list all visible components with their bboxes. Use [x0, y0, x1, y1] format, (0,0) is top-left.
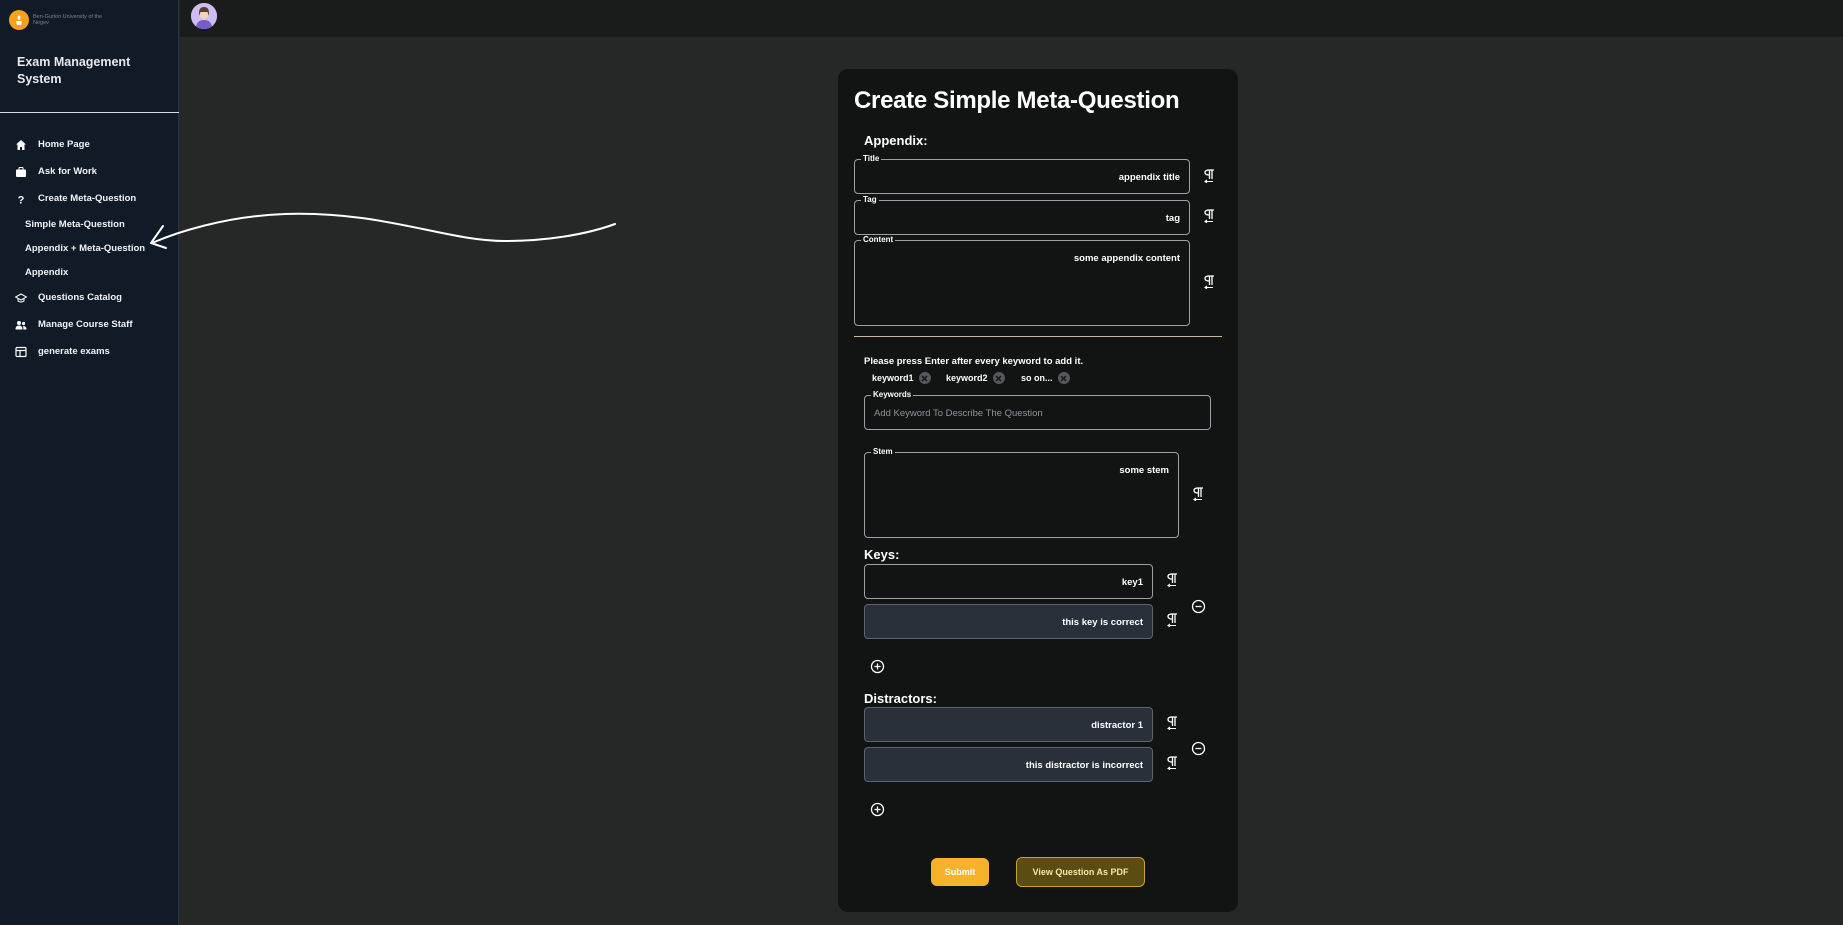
field-value: distractor 1: [1091, 720, 1143, 731]
keywords-placeholder: Add Keyword To Describe The Question: [874, 408, 1043, 419]
top-bar: [180, 0, 1843, 37]
text-direction-icon[interactable]: [1191, 486, 1205, 502]
keys-heading: Keys:: [864, 547, 900, 562]
keyword-chip: keyword1: [872, 372, 931, 384]
text-direction-icon[interactable]: [1165, 715, 1179, 731]
sidebar: Ben-Gurion University of the Negev Exam …: [0, 0, 179, 925]
avatar[interactable]: [191, 3, 217, 29]
field-legend: Keywords: [871, 390, 914, 400]
create-question-card: Create Simple Meta-Question Appendix: Ti…: [838, 69, 1238, 912]
field-value: this distractor is incorrect: [1025, 760, 1143, 771]
stem-field[interactable]: Stem some stem: [864, 447, 1179, 538]
svg-text:?: ?: [18, 194, 25, 205]
page-title: Create Simple Meta-Question: [854, 87, 1180, 114]
text-direction-icon[interactable]: [1165, 755, 1179, 771]
remove-chip-icon[interactable]: [1057, 372, 1070, 384]
sidebar-item-questions-catalog[interactable]: Questions Catalog: [0, 284, 179, 311]
briefcase-icon: [14, 165, 28, 179]
field-value: appendix title: [1118, 172, 1180, 183]
sidebar-subitem-appendix[interactable]: Appendix: [0, 260, 179, 284]
text-direction-icon[interactable]: [1165, 612, 1179, 628]
home-icon: [14, 138, 28, 152]
text-direction-icon[interactable]: [1165, 572, 1179, 588]
keyword-chip-label: keyword2: [946, 373, 988, 383]
text-direction-icon[interactable]: [1202, 274, 1216, 290]
sidebar-item-manage-course-staff[interactable]: Manage Course Staff: [0, 311, 179, 338]
distractor-field[interactable]: this distractor is incorrect: [864, 747, 1153, 782]
text-direction-icon[interactable]: [1202, 168, 1216, 184]
add-key-button[interactable]: [870, 659, 885, 674]
plus-circle-icon: [870, 802, 885, 817]
add-distractor-button[interactable]: [870, 802, 885, 817]
sidebar-item-label: Manage Course Staff: [38, 319, 133, 330]
sidebar-item-home[interactable]: Home Page: [0, 131, 179, 158]
sidebar-divider: [0, 112, 179, 113]
text-direction-icon[interactable]: [1202, 208, 1216, 224]
sidebar-item-ask-for-work[interactable]: Ask for Work: [0, 158, 179, 185]
keyword-hint: Please press Enter after every keyword t…: [864, 356, 1084, 367]
field-value: some appendix content: [1073, 253, 1180, 264]
keyword-chip: so on...: [1021, 372, 1070, 384]
remove-key-button[interactable]: [1191, 599, 1206, 614]
logo-text: Ben-Gurion University of the Negev: [33, 14, 103, 26]
app-title: Exam Management System: [17, 55, 131, 86]
distractor-field[interactable]: distractor 1: [864, 707, 1153, 742]
university-logo[interactable]: Ben-Gurion University of the Negev: [9, 10, 103, 30]
plus-circle-icon: [870, 659, 885, 674]
appendix-title-field[interactable]: Title appendix title: [854, 154, 1190, 194]
submit-button[interactable]: Submit: [931, 858, 989, 886]
appendix-content-field[interactable]: Content some appendix content: [854, 235, 1190, 326]
keyword-chip-label: keyword1: [872, 373, 914, 383]
question-icon: ?: [14, 192, 28, 206]
field-legend: Stem: [871, 447, 895, 457]
field-value: tag: [1165, 213, 1180, 224]
minus-circle-icon: [1191, 741, 1206, 756]
appendix-tag-field[interactable]: Tag tag: [854, 195, 1190, 235]
field-legend: Tag: [861, 195, 879, 205]
field-value: some stem: [1119, 465, 1169, 476]
view-pdf-button[interactable]: View Question As PDF: [1016, 857, 1145, 887]
field-value: key1: [1121, 577, 1143, 588]
sidebar-item-label: Questions Catalog: [38, 292, 122, 303]
annotation-arrow: [150, 212, 616, 249]
graduation-cap-icon: [14, 291, 28, 305]
keyword-chip: keyword2: [946, 372, 1005, 384]
key-field[interactable]: this key is correct: [864, 604, 1153, 639]
key-field[interactable]: key1: [864, 564, 1153, 599]
appendix-heading: Appendix:: [864, 133, 928, 148]
field-value: this key is correct: [1062, 617, 1143, 628]
sidebar-item-label: Ask for Work: [38, 166, 97, 177]
sidebar-item-label: Home Page: [38, 139, 90, 150]
sidebar-item-label: generate exams: [38, 346, 110, 357]
remove-distractor-button[interactable]: [1191, 741, 1206, 756]
remove-chip-icon[interactable]: [992, 372, 1005, 384]
keywords-input[interactable]: Keywords Add Keyword To Describe The Que…: [864, 390, 1211, 430]
minus-circle-icon: [1191, 599, 1206, 614]
remove-chip-icon[interactable]: [918, 372, 931, 384]
sidebar-item-generate-exams[interactable]: generate exams: [0, 338, 179, 365]
field-legend: Content: [861, 235, 896, 245]
logo-mark-icon: [9, 10, 29, 30]
table-icon: [14, 345, 28, 359]
section-divider: [854, 336, 1222, 337]
sidebar-item-label: Create Meta-Question: [38, 193, 137, 204]
keyword-chip-label: so on...: [1021, 373, 1053, 383]
people-icon: [14, 318, 28, 332]
field-legend: Title: [861, 154, 882, 164]
distractors-heading: Distractors:: [864, 691, 937, 706]
